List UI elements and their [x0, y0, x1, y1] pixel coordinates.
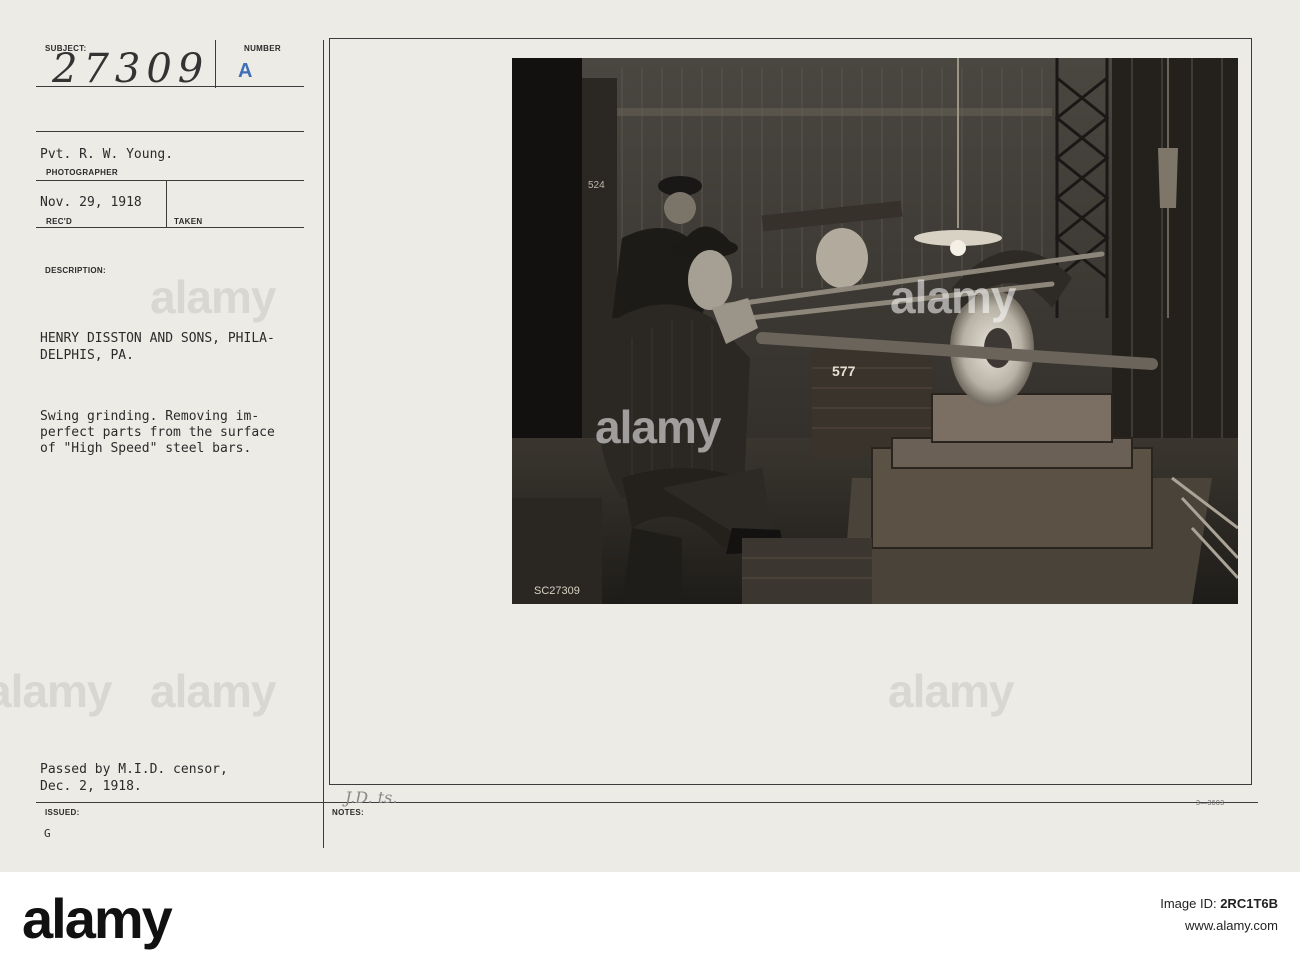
rule-under-dates [36, 227, 304, 228]
caption-line-1: Swing grinding. Removing im- [40, 409, 260, 424]
received-date: Nov. 29, 1918 [40, 195, 142, 210]
record-card: SUBJECT: NUMBER 27309 A Pvt. R. W. Young… [0, 0, 1300, 872]
photographer-label: PHOTOGRAPHER [46, 168, 118, 177]
recd-label: REC'D [46, 217, 73, 226]
site-url[interactable]: www.alamy.com [1185, 918, 1278, 933]
number-stamp: A [238, 60, 253, 82]
taken-label: TAKEN [174, 217, 203, 226]
photograph: 524 577 SC27309 [512, 58, 1238, 604]
description-line-1: HENRY DISSTON AND SONS, PHILA- [40, 331, 275, 346]
worker-face [688, 250, 732, 310]
rule-under-photographer [36, 180, 304, 181]
wall-number-left: 524 [588, 180, 605, 191]
dates-divider [166, 181, 167, 228]
image-id-label: Image ID: [1160, 896, 1217, 911]
subject-divider [215, 40, 216, 88]
caption-line-3: of "High Speed" steel bars. [40, 441, 252, 456]
frame-bottom [329, 784, 1252, 785]
frame-left [329, 38, 330, 785]
censor-line-1: Passed by M.I.D. censor, [40, 762, 228, 777]
description-line-2: DELPHIS, PA. [40, 348, 134, 363]
alamy-logo[interactable]: alamy [22, 886, 173, 951]
negative-number: SC27309 [534, 585, 580, 597]
footer-bar [0, 872, 1300, 963]
image-id-value: 2RC1T6B [1220, 896, 1278, 911]
censor-line-2: Dec. 2, 1918. [40, 779, 142, 794]
issued-value: G [44, 827, 51, 840]
watermark-paper-right: alamy [888, 665, 1014, 717]
notes-label: NOTES: [332, 808, 365, 817]
machine-number: 577 [832, 363, 856, 379]
form-number: 3—3603 [1196, 800, 1225, 807]
notes-handwriting: J.D. ts. [345, 788, 398, 807]
image-id-line: Image ID: 2RC1T6B [1160, 896, 1278, 911]
frame-right [1251, 38, 1252, 785]
photo-scene: 524 577 SC27309 [512, 58, 1238, 604]
frame-top [329, 38, 1252, 39]
caption-line-2: perfect parts from the surface [40, 425, 275, 440]
subject-number: 27309 [52, 46, 210, 92]
issued-label: ISSUED: [45, 808, 80, 817]
watermark-paper-top: alamy [150, 271, 276, 323]
description-label: DESCRIPTION: [45, 266, 106, 275]
left-column-divider [323, 40, 324, 848]
rule-above-issued [36, 802, 1258, 803]
number-label: NUMBER [244, 44, 281, 53]
watermark-paper-mid: alamy [150, 665, 276, 717]
photographer-name: Pvt. R. W. Young. [40, 147, 174, 162]
watermark-paper-left: alamy [0, 665, 112, 717]
watermark-photo-center: alamy [595, 401, 721, 453]
rule-above-photographer [36, 131, 304, 132]
watermark-photo-top: alamy [890, 271, 1016, 323]
